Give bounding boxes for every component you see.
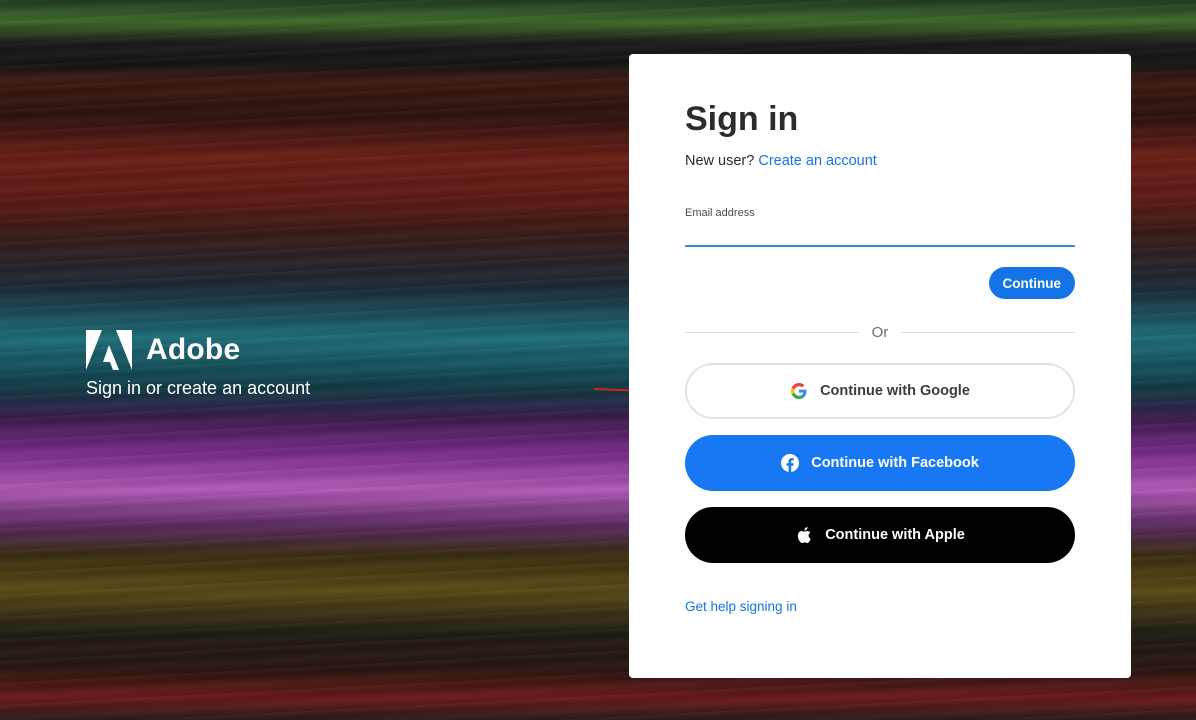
or-divider: Or [685, 324, 1076, 341]
divider-text: Or [871, 324, 889, 341]
continue-with-facebook-button[interactable]: Continue with Facebook [685, 435, 1075, 491]
continue-row: Continue [685, 267, 1075, 299]
brand-tagline: Sign in or create an account [86, 378, 311, 398]
apple-button-label: Continue with Apple [825, 527, 965, 543]
continue-with-google-button[interactable]: Continue with Google [685, 363, 1075, 419]
sign-in-card: Sign in New user? Create an account Emai… [629, 54, 1131, 678]
google-icon [790, 382, 808, 400]
brand-panel: Adobe Sign in or create an account [86, 330, 310, 399]
page-title: Sign in [685, 100, 799, 138]
continue-button[interactable]: Continue [988, 267, 1075, 299]
help-row: Get help signing in [685, 599, 1075, 614]
email-label: Email address [685, 207, 755, 219]
apple-icon [795, 526, 813, 544]
facebook-icon [781, 454, 800, 472]
brand-row: Adobe [86, 330, 310, 370]
brand-name: Adobe [146, 333, 241, 366]
create-account-link[interactable]: Create an account [758, 153, 877, 169]
divider-line-left [685, 332, 860, 333]
new-user-row: New user? Create an account [685, 153, 1075, 169]
get-help-link[interactable]: Get help signing in [685, 599, 797, 614]
google-button-label: Continue with Google [820, 383, 970, 399]
divider-line-right [900, 332, 1076, 333]
email-field[interactable] [685, 219, 1075, 247]
adobe-logo-icon [86, 330, 132, 370]
continue-with-apple-button[interactable]: Continue with Apple [685, 507, 1075, 563]
new-user-prompt: New user? [685, 153, 755, 169]
facebook-button-label: Continue with Facebook [811, 455, 979, 471]
